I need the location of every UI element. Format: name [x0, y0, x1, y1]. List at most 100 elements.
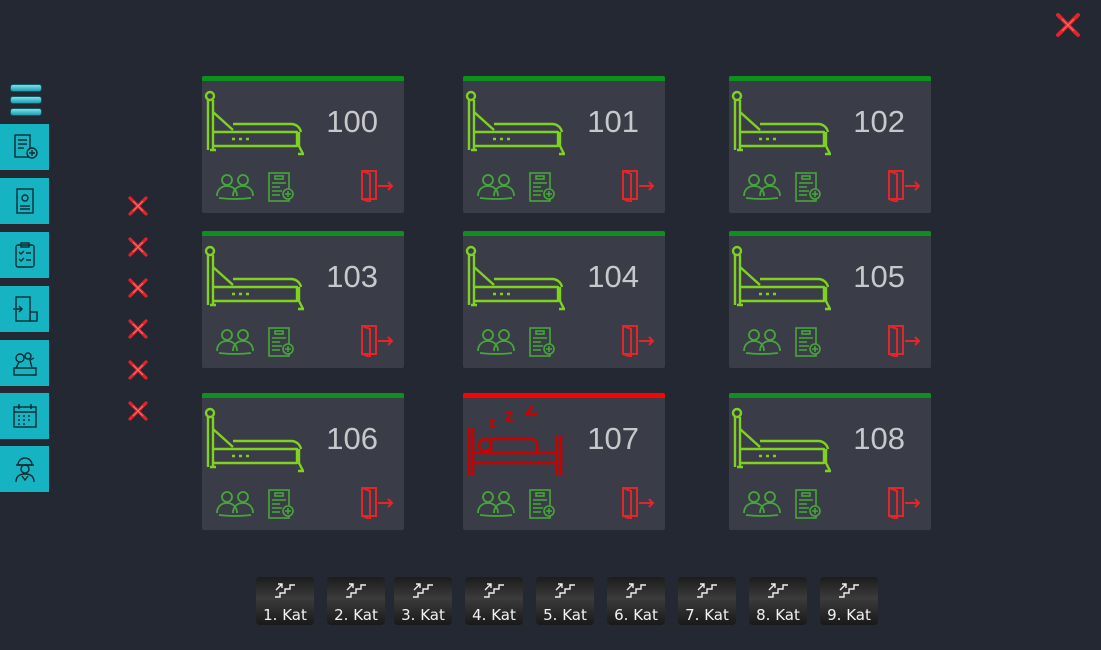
checkout-door-icon[interactable]	[887, 485, 923, 521]
svg-text:Z: Z	[525, 405, 538, 420]
bed-icon	[729, 405, 833, 475]
floor-button-6[interactable]: 6. Kat	[607, 577, 665, 625]
sidebar-item-id-card[interactable]	[0, 178, 49, 224]
close-icon[interactable]	[127, 195, 149, 217]
close-icon[interactable]	[127, 277, 149, 299]
floor-label: 6. Kat	[614, 606, 658, 624]
room-card-103[interactable]: 103	[202, 231, 404, 368]
guests-icon[interactable]	[214, 172, 256, 202]
guests-icon[interactable]	[214, 489, 256, 519]
sidebar-item-calendar[interactable]	[0, 393, 49, 439]
stairs-icon	[346, 583, 366, 598]
floor-button-3[interactable]: 3. Kat	[394, 577, 452, 625]
guests-icon[interactable]	[475, 489, 517, 519]
floor-label: 1. Kat	[263, 606, 307, 624]
add-document-icon[interactable]	[793, 171, 823, 204]
add-document-icon[interactable]	[793, 488, 823, 521]
sidebar-item-clipboard-checklist[interactable]	[0, 232, 49, 278]
room-number: 108	[853, 421, 905, 456]
bed-icon	[463, 88, 567, 158]
close-icon[interactable]	[127, 318, 149, 340]
stairs-icon	[839, 583, 859, 598]
bed-icon	[729, 88, 833, 158]
bed-icon	[729, 243, 833, 313]
close-icon[interactable]	[127, 400, 149, 422]
add-document-icon[interactable]	[266, 171, 296, 204]
checkout-door-icon[interactable]	[887, 323, 923, 359]
sidebar-item-cleaning-supplies[interactable]	[0, 340, 49, 386]
add-document-icon[interactable]	[793, 326, 823, 359]
floor-label: 9. Kat	[827, 606, 871, 624]
sidebar-item-add-document[interactable]	[0, 124, 49, 170]
floor-button-8[interactable]: 8. Kat	[749, 577, 807, 625]
room-number: 105	[853, 259, 905, 294]
checkout-door-icon[interactable]	[360, 323, 396, 359]
floor-label: 7. Kat	[685, 606, 729, 624]
room-card-106[interactable]: 106	[202, 393, 404, 530]
stairs-icon	[484, 583, 504, 598]
guests-icon[interactable]	[741, 489, 783, 519]
add-document-icon[interactable]	[266, 326, 296, 359]
stairs-icon	[555, 583, 575, 598]
add-document-icon[interactable]	[527, 326, 557, 359]
floor-label: 3. Kat	[401, 606, 445, 624]
guests-icon[interactable]	[741, 172, 783, 202]
room-card-100[interactable]: 100	[202, 76, 404, 213]
room-card-101[interactable]: 101	[463, 76, 665, 213]
floor-button-4[interactable]: 4. Kat	[465, 577, 523, 625]
room-card-108[interactable]: 108	[729, 393, 931, 530]
checkout-door-icon[interactable]	[621, 485, 657, 521]
add-document-icon[interactable]	[266, 488, 296, 521]
room-card-104[interactable]: 104	[463, 231, 665, 368]
id-card-icon	[10, 186, 40, 216]
checkout-door-icon[interactable]	[621, 168, 657, 204]
add-document-icon[interactable]	[527, 488, 557, 521]
sleeping-bed-icon: z z Z	[463, 397, 567, 475]
bed-icon	[463, 243, 567, 313]
floor-button-1[interactable]: 1. Kat	[256, 577, 314, 625]
room-number: 102	[853, 104, 905, 139]
guests-icon[interactable]	[475, 172, 517, 202]
room-number: 106	[326, 421, 378, 456]
bed-icon	[202, 405, 306, 475]
close-icon[interactable]	[1055, 12, 1081, 38]
add-document-icon[interactable]	[527, 171, 557, 204]
add-document-icon	[10, 132, 40, 162]
floor-label: 4. Kat	[472, 606, 516, 624]
room-status-bar	[463, 231, 665, 236]
checkout-door-icon[interactable]	[621, 323, 657, 359]
room-card-107[interactable]: z z Z 107	[463, 393, 665, 530]
floor-button-9[interactable]: 9. Kat	[820, 577, 878, 625]
floor-button-2[interactable]: 2. Kat	[327, 577, 385, 625]
guests-icon[interactable]	[741, 327, 783, 357]
sidebar-item-door-exit[interactable]	[0, 286, 49, 332]
floor-label: 5. Kat	[543, 606, 587, 624]
checkout-door-icon[interactable]	[360, 485, 396, 521]
stairs-icon	[626, 583, 646, 598]
room-status-bar	[729, 231, 931, 236]
checkout-door-icon[interactable]	[887, 168, 923, 204]
floor-button-7[interactable]: 7. Kat	[678, 577, 736, 625]
door-exit-icon	[10, 294, 40, 324]
room-status-bar	[202, 393, 404, 398]
room-number: 103	[326, 259, 378, 294]
checkout-door-icon[interactable]	[360, 168, 396, 204]
close-icon[interactable]	[127, 236, 149, 258]
svg-text:z: z	[489, 415, 496, 430]
close-icon[interactable]	[127, 359, 149, 381]
room-status-bar	[729, 76, 931, 81]
stairs-icon	[697, 583, 717, 598]
room-card-102[interactable]: 102	[729, 76, 931, 213]
sidebar-item-staff-worker[interactable]	[0, 446, 49, 492]
room-status-bar	[463, 76, 665, 81]
svg-text:z: z	[505, 406, 514, 425]
floor-button-5[interactable]: 5. Kat	[536, 577, 594, 625]
room-number: 107	[587, 421, 639, 456]
hamburger-menu-button[interactable]	[10, 84, 42, 118]
guests-icon[interactable]	[214, 327, 256, 357]
bed-icon	[202, 88, 306, 158]
room-card-105[interactable]: 105	[729, 231, 931, 368]
guests-icon[interactable]	[475, 327, 517, 357]
calendar-icon	[10, 401, 40, 431]
cleaning-supplies-icon	[10, 348, 40, 378]
